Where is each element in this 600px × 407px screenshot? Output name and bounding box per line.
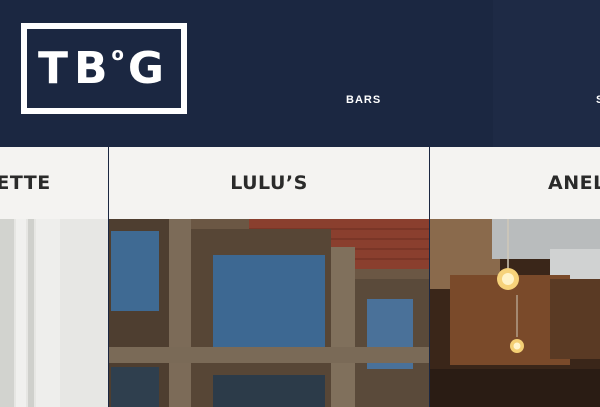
nav-bars-link[interactable]: BARS bbox=[346, 94, 381, 106]
site-header: TBoG BARS S bbox=[0, 0, 600, 147]
venue-card-lulus[interactable]: LULU’S bbox=[109, 147, 430, 407]
header-nav-panel bbox=[493, 0, 600, 147]
venue-card-title: NETTE bbox=[0, 147, 108, 219]
venue-card-title: LULU’S bbox=[109, 147, 429, 219]
venue-card-photo bbox=[109, 219, 429, 407]
nav-next-link[interactable]: S bbox=[596, 94, 600, 106]
venue-card-title-text: LULU’S bbox=[230, 172, 308, 194]
logo-text-o: o bbox=[111, 43, 124, 65]
venue-card-title-text: ANEL bbox=[548, 172, 600, 194]
venue-card-photo bbox=[430, 219, 600, 407]
logo[interactable]: TB o G bbox=[21, 23, 187, 114]
venue-card-title: ANEL bbox=[430, 147, 600, 219]
logo-text: TB o G bbox=[27, 29, 181, 108]
venue-photo-nette bbox=[0, 219, 108, 407]
venue-card-photo bbox=[0, 219, 108, 407]
logo-text-main: TB bbox=[37, 42, 114, 94]
venue-card-nette[interactable]: NETTE bbox=[0, 147, 109, 407]
logo-text-end: G bbox=[127, 42, 171, 94]
venue-card-title-text: NETTE bbox=[0, 172, 51, 194]
venue-photo-anel bbox=[430, 219, 600, 407]
venue-photo-lulus bbox=[109, 219, 429, 407]
venue-card-anel[interactable]: ANEL bbox=[430, 147, 600, 407]
